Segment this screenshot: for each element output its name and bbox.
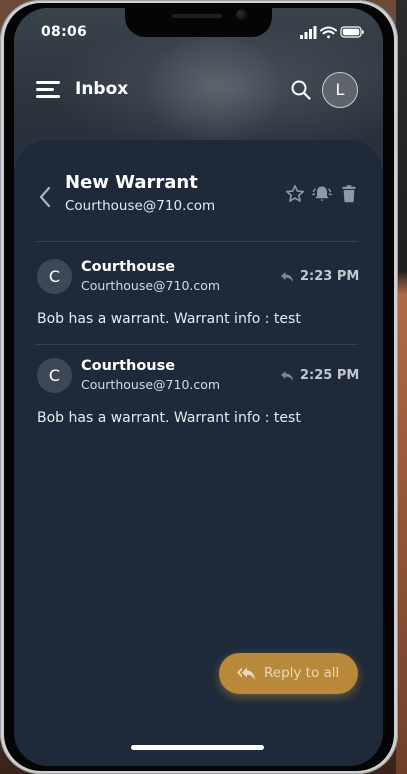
message-body: Bob has a warrant. Warrant info : test <box>37 410 301 426</box>
message-sender-name: Courthouse <box>81 259 176 275</box>
message-sender-address: Courthouse@710.com <box>81 377 221 392</box>
wifi-icon <box>320 26 337 39</box>
sender-avatar: C <box>37 358 72 393</box>
speaker-grille <box>172 14 222 18</box>
search-icon[interactable] <box>290 79 312 101</box>
thread-subject: New Warrant <box>65 172 198 193</box>
message-time: 2:23 PM <box>300 269 360 284</box>
notch <box>125 8 272 37</box>
reply-all-button[interactable]: Reply to all <box>219 653 358 694</box>
header-divider <box>35 241 358 242</box>
status-icons <box>300 26 364 39</box>
user-avatar-button[interactable]: L <box>322 72 358 108</box>
sender-avatar: C <box>37 259 72 294</box>
front-camera <box>236 9 247 20</box>
star-icon[interactable] <box>285 184 305 204</box>
message-body: Bob has a warrant. Warrant info : test <box>37 311 301 327</box>
signal-icon <box>300 26 317 39</box>
message-sender-name: Courthouse <box>81 358 176 374</box>
back-chevron-icon[interactable] <box>36 184 54 210</box>
menu-icon-line-bottom <box>36 95 60 98</box>
reply-all-icon <box>237 667 255 681</box>
reply-icon[interactable] <box>280 271 294 283</box>
message-time: 2:25 PM <box>300 368 360 383</box>
status-time: 08:06 <box>41 24 88 40</box>
top-nav-bar: Inbox L <box>14 70 383 110</box>
home-indicator[interactable] <box>131 745 264 750</box>
menu-icon-line-middle <box>36 88 54 91</box>
bell-ring-icon[interactable] <box>312 184 332 204</box>
thread-sender-address: Courthouse@710.com <box>65 198 216 214</box>
reply-icon[interactable] <box>280 370 294 382</box>
email-thread-card: New Warrant Courthouse@710.com C Courtho… <box>14 140 383 766</box>
message-divider <box>35 344 358 345</box>
battery-icon <box>340 26 364 38</box>
menu-button[interactable] <box>36 80 60 100</box>
menu-icon-line-top <box>36 81 60 84</box>
reply-all-label: Reply to all <box>264 665 340 681</box>
message-sender-address: Courthouse@710.com <box>81 278 221 293</box>
page-title: Inbox <box>75 79 129 99</box>
trash-icon[interactable] <box>339 184 359 204</box>
phone-screen: 08:06 Inbox L New Warrant Courthouse@710… <box>14 8 383 766</box>
